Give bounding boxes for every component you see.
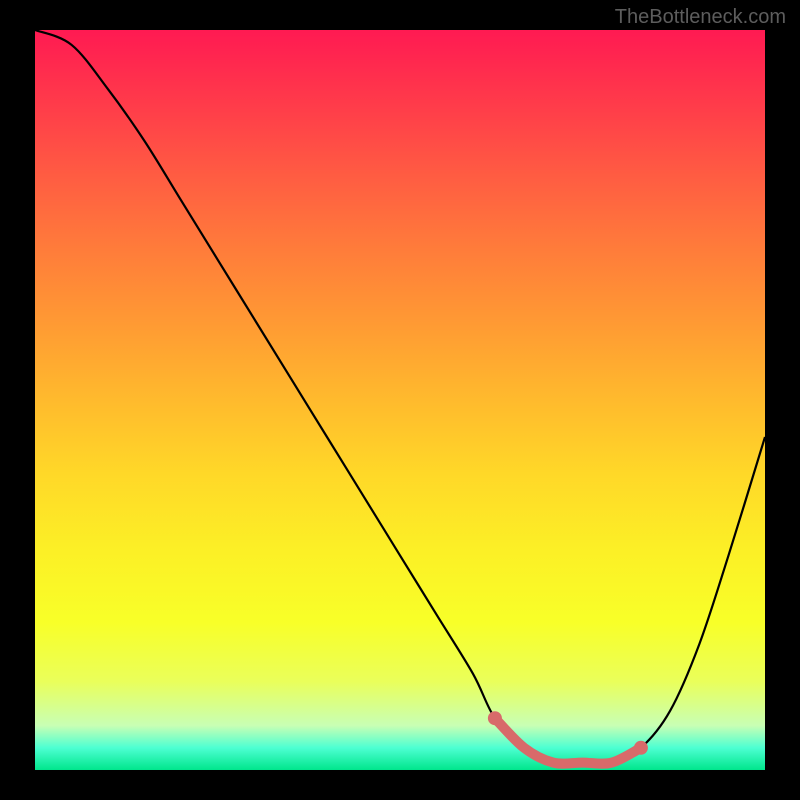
optimal-range-highlight: [495, 718, 641, 763]
bottleneck-curve: [35, 30, 765, 764]
watermark-text: TheBottleneck.com: [615, 6, 786, 29]
optimal-range-dot-start: [488, 711, 502, 725]
optimal-range-dot-end: [634, 741, 648, 755]
chart-curve-svg: [35, 30, 765, 770]
chart-plot-area: [35, 30, 765, 770]
